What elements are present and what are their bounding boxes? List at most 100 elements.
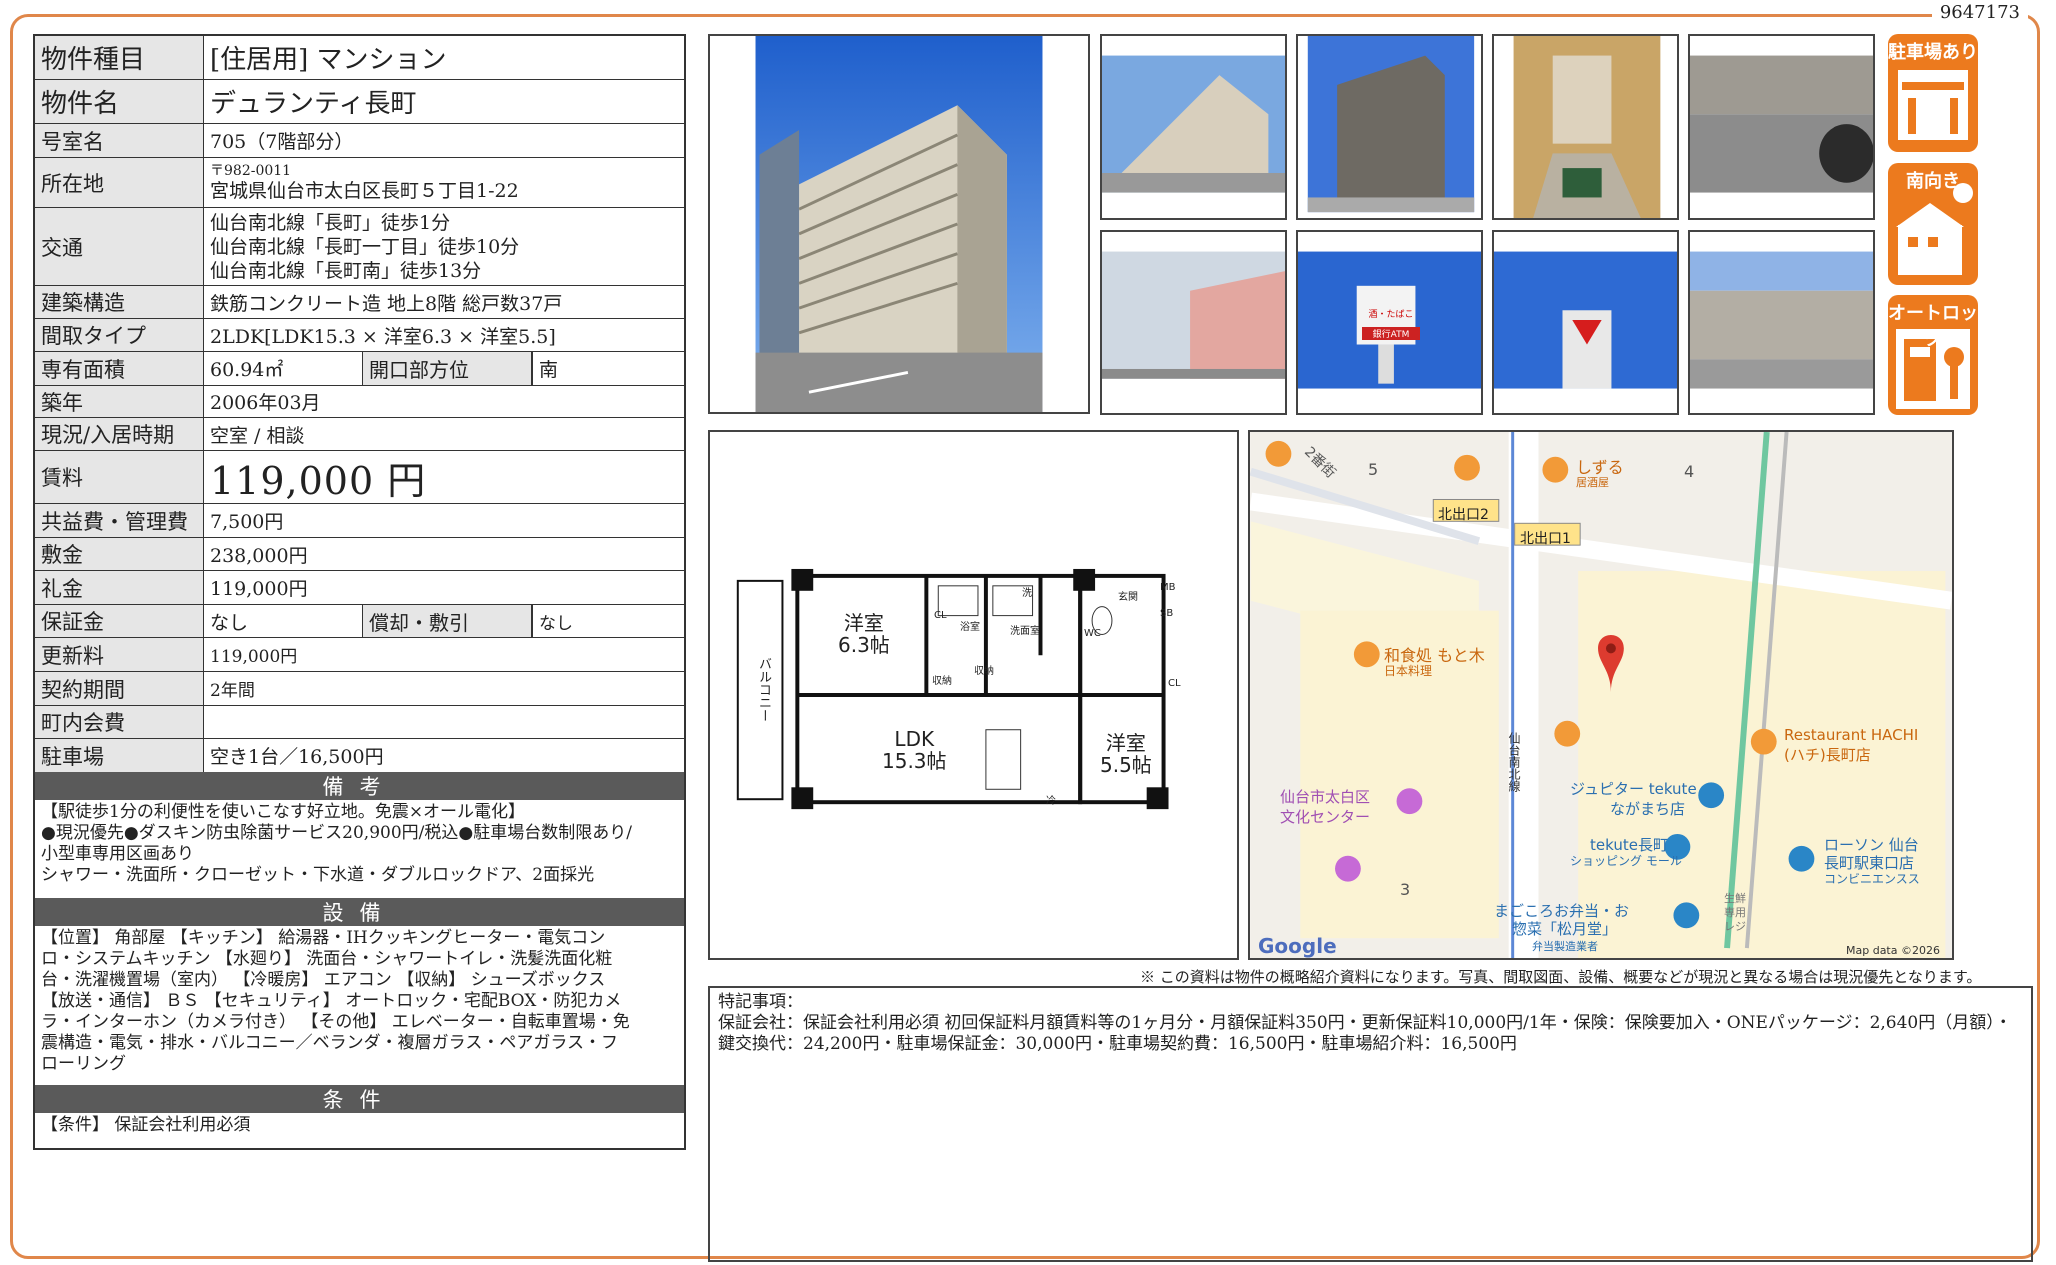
special-notes-text: 保証会社：保証会社利用必須 初回保証料月額賃料等の1ヶ月分・月額保証料350円・…	[718, 1013, 2012, 1054]
guarantee-value: なし	[210, 611, 249, 634]
document-id: 9647173	[1931, 2, 2028, 23]
row-deposit: 敷金 238,000円	[35, 538, 684, 571]
bath-label: 浴室	[960, 622, 980, 633]
remarks-header: 備考	[35, 772, 684, 800]
transit-line: 仙台南北線「長町南」徒歩13分	[210, 259, 482, 282]
equipment-line: 台・洗濯機置場（室内） 【冷暖房】 エアコン 【収納】 シューズボックス	[41, 970, 606, 990]
row-renewal: 更新料 119,000円	[35, 638, 684, 672]
map-culture-center-2: 文化センター	[1280, 808, 1371, 826]
structure-label: 建築構造	[35, 286, 204, 318]
autolock-icon: オートロック	[1888, 303, 1978, 350]
row-layout: 間取タイプ 2LDK[LDK15.3 × 洋室6.3 × 洋室5.5]	[35, 319, 684, 352]
property-table: 物件種目 [住居用] マンション 物件名 デュランティ長町 号室名 705（7階…	[33, 34, 686, 1150]
washroom-label: 洗面室	[1010, 626, 1040, 637]
room-name: 洋室	[843, 611, 884, 635]
room-ldk: LDK 15.3帖	[882, 728, 947, 772]
status-label: 現況/入居時期	[35, 418, 204, 450]
building-main-photo	[708, 34, 1090, 414]
equipment-body: 【位置】 角部屋 【キッチン】 給湯器・IHクッキングヒーター・電気コン ロ・シ…	[35, 926, 684, 1085]
row-fee: 共益費・管理費 7,500円	[35, 504, 684, 538]
toilet-label: WC	[1084, 628, 1101, 639]
name-value: デュランティ長町	[210, 89, 417, 119]
remarks-line: 小型車専用区画あり	[41, 844, 194, 864]
structure-value: 鉄筋コンクリート造 地上8階 総戸数37戸	[210, 292, 563, 315]
town-fee-value	[204, 706, 684, 738]
room-label: 号室名	[35, 124, 204, 157]
balcony-label: バルコニー	[756, 657, 771, 722]
parking-icon: 駐車場あり	[1888, 42, 1978, 63]
equipment-line: ラ・インターホン（カメラ付き） 【その他】 エレベーター・自転車置場・免	[41, 1012, 630, 1032]
row-area: 専有面積 60.94㎡ 開口部方位 南	[35, 352, 684, 386]
row-address: 所在地 〒982-0011 宮城県仙台市太白区長町５丁目1-22	[35, 158, 684, 208]
map-block-4: 4	[1684, 462, 1695, 481]
address-label: 所在地	[35, 158, 204, 207]
direction-value: 南	[532, 352, 684, 385]
area-label: 専有面積	[35, 352, 204, 385]
row-transit: 交通 仙台南北線「長町」徒歩1分 仙台南北線「長町一丁目」徒歩10分 仙台南北線…	[35, 208, 684, 286]
type-label: 物件種目	[35, 36, 204, 79]
parking-photo	[1688, 34, 1875, 220]
fee-value: 7,500円	[210, 511, 284, 533]
badge-south-facing: 南向き	[1888, 163, 1978, 285]
fridge-label: 冷	[1046, 796, 1056, 807]
row-parking: 駐車場 空き1台／16,500円	[35, 739, 684, 772]
map-culture-center-1: 仙台市太白区	[1280, 788, 1371, 806]
transit-line: 仙台南北線「長町」徒歩1分	[210, 211, 451, 234]
room-name: LDK	[894, 727, 935, 751]
transit-label: 交通	[35, 208, 204, 285]
parking-label: 駐車場	[35, 739, 204, 772]
map-bento-maker: 弁当製造業者	[1532, 940, 1598, 953]
type-value: [住居用] マンション	[210, 45, 447, 75]
amortization-label: 償却・敷引	[362, 605, 532, 637]
row-room: 号室名 705（7階部分）	[35, 124, 684, 158]
renewal-label: 更新料	[35, 638, 204, 671]
badge-autolock: オートロック	[1888, 295, 1978, 415]
map-shogetsudo: 惣菜「松月堂」	[1512, 920, 1618, 938]
status-value: 空室 / 相談	[210, 424, 305, 447]
map-subway-line: 仙台南北線	[1507, 732, 1521, 792]
street-photo	[1100, 230, 1287, 415]
deposit-value: 238,000円	[210, 544, 308, 567]
room-size: 5.5帖	[1100, 753, 1152, 777]
transit-line: 仙台南北線「長町一丁目」徒歩10分	[210, 235, 520, 258]
layout-value: 2LDK[LDK15.3 × 洋室6.3 × 洋室5.5]	[210, 325, 556, 348]
closet-label: CL	[934, 610, 947, 621]
meter-box-label: MB	[1160, 582, 1176, 593]
special-notes: 特記事項： 保証会社：保証会社利用必須 初回保証料月額賃料等の1ヶ月分・月額保証…	[708, 986, 2033, 1262]
map-block-3: 3	[1400, 880, 1411, 899]
entrance-label: 玄関	[1118, 592, 1138, 603]
row-town-fee: 町内会費	[35, 706, 684, 739]
address-value: 〒982-0011 宮城県仙台市太白区長町５丁目1-22	[204, 158, 684, 207]
term-label: 契約期間	[35, 672, 204, 705]
remarks-line: 【駅徒歩1分の利便性を使いこなす好立地。免震×オール電化】	[41, 802, 526, 822]
map-google-logo: Google	[1258, 934, 1337, 958]
row-term: 契約期間 2年間	[35, 672, 684, 706]
equipment-header: 設備	[35, 898, 684, 926]
fee-label: 共益費・管理費	[35, 504, 204, 537]
map-jupiter: ジュピター tekute	[1570, 780, 1697, 798]
equipment-line: ロ・システムキッチン 【水廻り】 洗面台・シャワートイレ・洗髪洗面化粧	[41, 949, 613, 969]
rent-label: 賃料	[35, 451, 204, 503]
shopping-mall-photo	[1688, 230, 1875, 415]
map-convenience: コンビニエンスス	[1824, 872, 1920, 886]
room-size: 6.3帖	[838, 633, 890, 657]
map-hachi: Restaurant HACHI	[1784, 726, 1919, 744]
town-fee-label: 町内会費	[35, 706, 204, 738]
closet-label-2: CL	[1168, 678, 1181, 689]
row-built: 築年 2006年03月	[35, 386, 684, 418]
built-value: 2006年03月	[210, 392, 321, 414]
convenience-store-photo	[1492, 230, 1679, 415]
direction-label: 開口部方位	[362, 352, 532, 385]
liquor-shop-sign-photo: 酒・たばこ 銀行ATM	[1296, 230, 1483, 415]
area-value: 60.94㎡	[210, 359, 284, 381]
floor-plan: 洋室 6.3帖 LDK 15.3帖 洋室 5.5帖 CL 浴室 洗 洗面室 WC…	[708, 430, 1239, 960]
area-map[interactable]: 2番街 5 4 しずる 居酒屋 北出口2 北出口1 和食処 もと木 日本料理 R…	[1248, 430, 1954, 960]
equipment-line: 【位置】 角部屋 【キッチン】 給湯器・IHクッキングヒーター・電気コン	[41, 928, 606, 948]
conditions-header: 条件	[35, 1085, 684, 1113]
postal-code: 〒982-0011	[210, 162, 292, 179]
storage-label-1: 収納	[932, 676, 952, 687]
guarantee-label: 保証金	[35, 605, 204, 637]
entrance-photo	[1492, 34, 1679, 220]
row-key-money: 礼金 119,000円	[35, 571, 684, 605]
transit-value: 仙台南北線「長町」徒歩1分 仙台南北線「長町一丁目」徒歩10分 仙台南北線「長町…	[204, 208, 684, 285]
